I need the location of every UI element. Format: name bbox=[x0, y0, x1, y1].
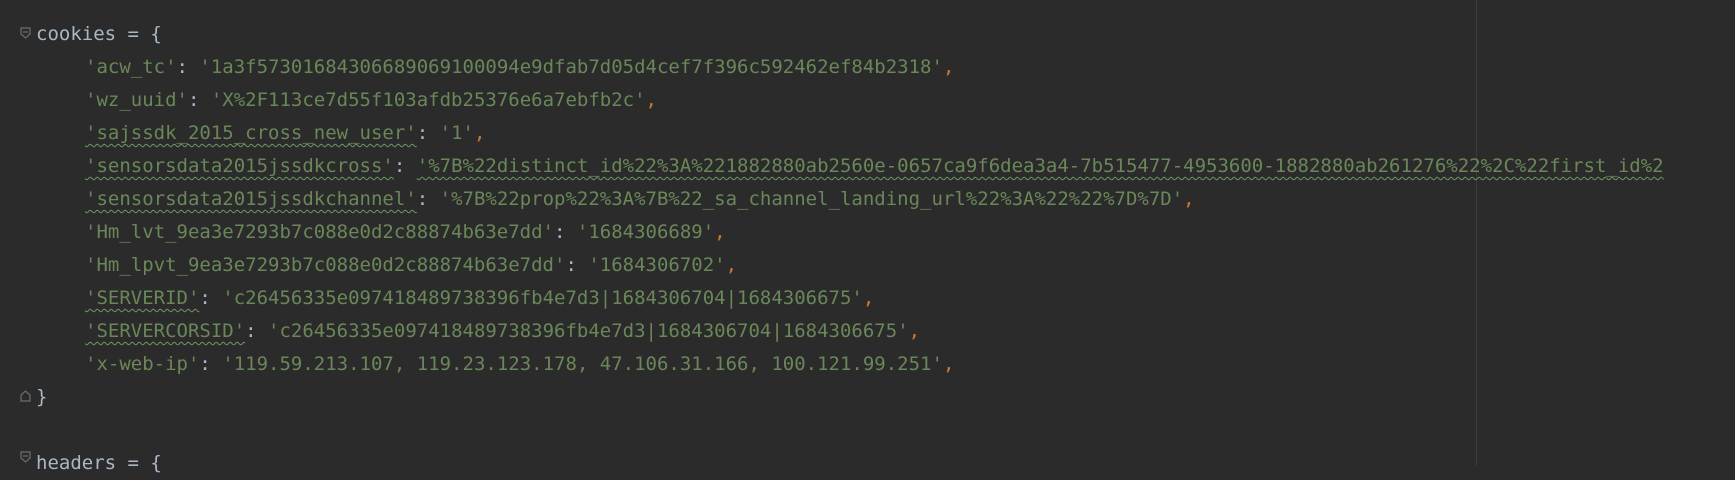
fold-end-icon[interactable] bbox=[20, 389, 31, 402]
code-content[interactable]: cookies = { 'acw_tc': '1a3f5730168430668… bbox=[36, 18, 1735, 480]
dict-value: '1684306702' bbox=[588, 254, 726, 276]
dict-key: 'sensorsdata2015jssdkcross' bbox=[85, 155, 394, 177]
dict-value: '119.59.213.107, 119.23.123.178, 47.106.… bbox=[222, 353, 943, 375]
dict-value: '1a3f57301684306689069100094e9dfab7d05d4… bbox=[199, 56, 943, 78]
dict-key: 'acw_tc' bbox=[85, 56, 177, 78]
code-line: headers = { bbox=[36, 447, 1735, 480]
code-line: 'Hm_lvt_9ea3e7293b7c088e0d2c88874b63e7dd… bbox=[85, 221, 726, 243]
code-line: 'sensorsdata2015jssdkchannel': '%7B%22pr… bbox=[85, 188, 1195, 210]
dict-value: '1' bbox=[439, 122, 474, 144]
code-line: 'acw_tc': '1a3f57301684306689069100094e9… bbox=[85, 56, 955, 78]
code-line: 'x-web-ip': '119.59.213.107, 119.23.123.… bbox=[85, 353, 955, 375]
code-line: 'SERVERCORSID': 'c26456335e0974184897383… bbox=[85, 320, 921, 342]
code-line: } bbox=[36, 381, 1735, 414]
dict-value: 'X%2F113ce7d55f103afdb25376e6a7ebfb2c' bbox=[210, 89, 646, 111]
dict-value: 'c26456335e097418489738396fb4e7d3|168430… bbox=[268, 320, 909, 342]
dict-key: 'Hm_lpvt_9ea3e7293b7c088e0d2c88874b63e7d… bbox=[85, 254, 566, 276]
code-line: 'SERVERID': 'c26456335e097418489738396fb… bbox=[85, 287, 875, 309]
dict-key: 'Hm_lvt_9ea3e7293b7c088e0d2c88874b63e7dd… bbox=[85, 221, 554, 243]
dict-key: 'wz_uuid' bbox=[85, 89, 188, 111]
dict-value: '1684306689' bbox=[576, 221, 715, 243]
fold-collapse-icon[interactable] bbox=[20, 27, 31, 40]
dict-key: 'SERVERID' bbox=[85, 287, 200, 309]
dict-value: '%7B%22prop%22%3A%7B%22_sa_channel_landi… bbox=[439, 188, 1184, 210]
code-line: cookies = { bbox=[36, 18, 1735, 51]
dict-value: '%7B%22distinct_id%22%3A%221882880ab2560… bbox=[416, 155, 1664, 177]
cookies-declaration: cookies = { bbox=[36, 23, 162, 45]
closing-brace: } bbox=[36, 386, 48, 408]
dict-key: 'x-web-ip' bbox=[85, 353, 200, 375]
dict-key: 'sajssdk_2015_cross_new_user' bbox=[85, 122, 417, 144]
fold-collapse-icon[interactable] bbox=[20, 451, 31, 464]
code-line: 'wz_uuid': 'X%2F113ce7d55f103afdb25376e6… bbox=[85, 89, 657, 111]
code-editor[interactable]: cookies = { 'acw_tc': '1a3f5730168430668… bbox=[0, 0, 1735, 474]
headers-declaration: headers = { bbox=[36, 452, 162, 474]
code-line: 'sensorsdata2015jssdkcross': '%7B%22dist… bbox=[85, 155, 1664, 177]
code-line: 'Hm_lpvt_9ea3e7293b7c088e0d2c88874b63e7d… bbox=[85, 254, 738, 276]
code-line: 'sajssdk_2015_cross_new_user': '1', bbox=[85, 122, 486, 144]
dict-key: 'sensorsdata2015jssdkchannel' bbox=[85, 188, 417, 210]
dict-key: 'SERVERCORSID' bbox=[85, 320, 246, 342]
editor-gutter bbox=[0, 0, 34, 466]
dict-value: 'c26456335e097418489738396fb4e7d3|168430… bbox=[222, 287, 863, 309]
